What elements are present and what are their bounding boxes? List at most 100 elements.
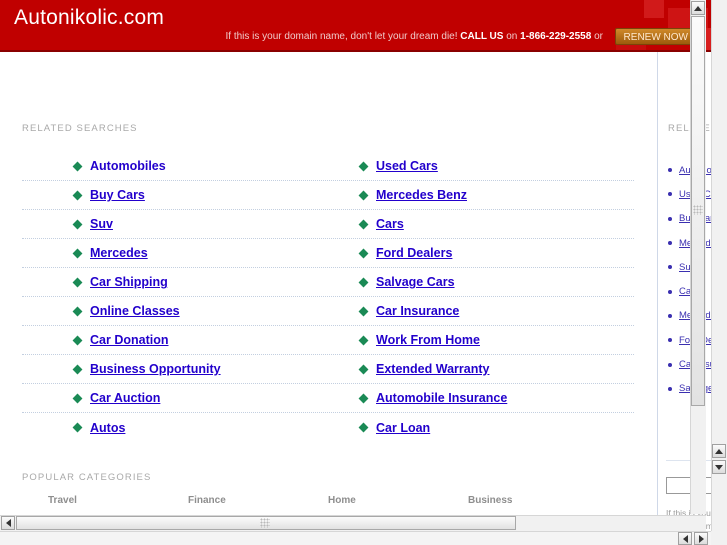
left-arrow-icon — [5, 519, 11, 527]
banner-tagline: If this is your domain name, don't let y… — [225, 31, 603, 42]
h-scrollbar-grip-dots-icon — [260, 518, 270, 528]
frame-horizontal-scrollbar-track[interactable] — [0, 531, 727, 545]
related-search-cell-left: Car Donation — [22, 326, 328, 354]
dot-bullet-icon — [668, 168, 672, 173]
dot-bullet-icon — [668, 192, 672, 197]
dot-bullet-icon — [668, 362, 672, 367]
related-search-link[interactable]: Automobile Insurance — [376, 391, 507, 405]
related-search-link[interactable]: Cars — [376, 217, 404, 231]
browser-viewport: Autonikolic.com If this is your domain n… — [0, 0, 727, 545]
related-search-row: Buy Cars Mercedes Benz — [22, 181, 634, 210]
related-search-link[interactable]: Mercedes — [90, 246, 148, 260]
diamond-bullet-icon — [358, 161, 369, 171]
related-search-link[interactable]: Mercedes Benz — [376, 188, 467, 202]
banner-decor-square-1 — [644, 0, 664, 18]
related-search-cell-left: Mercedes — [22, 239, 328, 267]
related-search-cell-left: Automobiles — [22, 152, 328, 180]
page-body: RELATED SEARCHES Automobiles Used Cars Buy… — [0, 52, 711, 531]
related-search-row: Mercedes Ford Dealers — [22, 239, 634, 268]
dot-bullet-icon — [668, 289, 672, 294]
related-search-row: Autos Car Loan — [22, 413, 634, 442]
related-search-link[interactable]: Buy Cars — [90, 188, 145, 202]
popular-category-heading: Home — [328, 495, 356, 506]
related-search-cell-right: Mercedes Benz — [328, 181, 634, 209]
diamond-bullet-icon — [72, 364, 83, 374]
diamond-bullet-icon — [358, 306, 369, 316]
frame-scroll-down-button[interactable] — [712, 460, 726, 474]
diamond-bullet-icon — [358, 190, 369, 200]
related-search-link[interactable]: Ford Dealers — [376, 246, 452, 260]
frame-right-arrow-icon — [698, 534, 704, 543]
related-search-row: Car Auction Automobile Insurance — [22, 384, 634, 413]
dot-bullet-icon — [668, 216, 672, 221]
related-search-link[interactable]: Salvage Cars — [376, 275, 455, 289]
related-search-row: Car Shipping Salvage Cars — [22, 268, 634, 297]
related-search-cell-right: Work From Home — [328, 326, 634, 354]
related-search-row: Online Classes Car Insurance — [22, 297, 634, 326]
web-page: Autonikolic.com If this is your domain n… — [0, 0, 711, 531]
related-search-link[interactable]: Automobiles — [90, 159, 166, 173]
related-search-cell-left: Autos — [22, 413, 328, 442]
related-search-cell-left: Car Auction — [22, 384, 328, 412]
scrollbar-grip-dots-icon — [693, 205, 703, 215]
page-scroll-left-button[interactable] — [1, 516, 15, 530]
diamond-bullet-icon — [72, 277, 83, 287]
diamond-bullet-icon — [358, 422, 369, 433]
diamond-bullet-icon — [358, 364, 369, 374]
related-search-link[interactable]: Online Classes — [90, 304, 180, 318]
related-search-link[interactable]: Business Opportunity — [90, 362, 221, 376]
site-banner: Autonikolic.com If this is your domain n… — [0, 0, 711, 52]
diamond-bullet-icon — [72, 335, 83, 345]
related-search-link[interactable]: Autos — [90, 421, 125, 435]
related-search-cell-right: Car Insurance — [328, 297, 634, 325]
frame-scroll-right-button[interactable] — [694, 532, 708, 545]
main-column: RELATED SEARCHES Automobiles Used Cars Buy… — [0, 52, 656, 531]
related-search-link[interactable]: Car Insurance — [376, 304, 459, 318]
site-logo: Autonikolic.com — [14, 6, 165, 29]
dot-bullet-icon — [668, 265, 672, 270]
tagline-on: on — [506, 31, 518, 42]
popular-category-heading: Business — [468, 495, 513, 506]
related-search-link[interactable]: Car Auction — [90, 391, 160, 405]
related-search-cell-right: Ford Dealers — [328, 239, 634, 267]
diamond-bullet-icon — [72, 219, 83, 229]
related-search-link[interactable]: Car Loan — [376, 421, 430, 435]
tagline-or: or — [594, 31, 603, 42]
related-search-cell-right: Car Loan — [328, 413, 634, 442]
diamond-bullet-icon — [72, 393, 83, 403]
related-search-link[interactable]: Car Shipping — [90, 275, 168, 289]
diamond-bullet-icon — [358, 277, 369, 287]
renew-now-button[interactable]: RENEW NOW — [614, 28, 697, 45]
related-searches-grid: Automobiles Used Cars Buy Cars Mercedes Ben… — [22, 152, 634, 442]
related-search-link[interactable]: Used Cars — [376, 159, 438, 173]
related-search-cell-left: Business Opportunity — [22, 355, 328, 383]
related-search-cell-right: Automobile Insurance — [328, 384, 634, 412]
diamond-bullet-icon — [72, 422, 83, 433]
related-search-row: Car Donation Work From Home — [22, 326, 634, 355]
related-search-link[interactable]: Extended Warranty — [376, 362, 489, 376]
popular-categories-heading: POPULAR CATEGORIES — [22, 472, 152, 483]
related-search-link[interactable]: Car Donation — [90, 333, 168, 347]
diamond-bullet-icon — [358, 393, 369, 403]
dot-bullet-icon — [668, 313, 672, 318]
popular-category-heading: Travel — [48, 495, 77, 506]
related-search-cell-left: Car Shipping — [22, 268, 328, 296]
frame-scroll-left-button[interactable] — [678, 532, 692, 545]
frame-down-arrow-icon — [715, 464, 723, 470]
related-search-link[interactable]: Suv — [90, 217, 113, 231]
related-search-cell-right: Used Cars — [328, 152, 634, 180]
related-search-cell-right: Cars — [328, 210, 634, 238]
related-search-cell-right: Salvage Cars — [328, 268, 634, 296]
related-search-row: Suv Cars — [22, 210, 634, 239]
frame-up-arrow-icon — [715, 448, 723, 454]
related-search-cell-left: Online Classes — [22, 297, 328, 325]
related-search-cell-right: Extended Warranty — [328, 355, 634, 383]
frame-scroll-up-button[interactable] — [712, 444, 726, 458]
dot-bullet-icon — [668, 241, 672, 246]
related-search-link[interactable]: Work From Home — [376, 333, 480, 347]
diamond-bullet-icon — [72, 248, 83, 258]
diamond-bullet-icon — [72, 306, 83, 316]
diamond-bullet-icon — [358, 335, 369, 345]
dot-bullet-icon — [668, 338, 672, 343]
page-scroll-up-button[interactable] — [691, 1, 705, 15]
